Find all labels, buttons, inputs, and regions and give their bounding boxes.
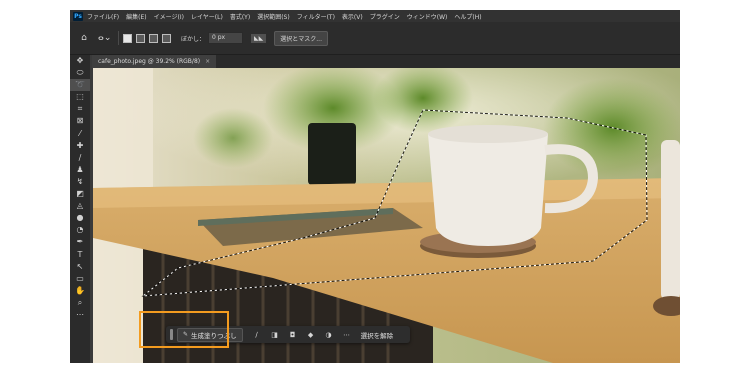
healing-brush-icon[interactable]: ✚ <box>70 140 90 152</box>
pen-tool-icon[interactable]: ✒ <box>70 236 90 248</box>
move-tool-icon[interactable]: ✥ <box>70 55 90 67</box>
lasso-tool-icon[interactable]: ➰ <box>70 79 90 92</box>
menu-window[interactable]: ウィンドウ(W) <box>407 12 448 21</box>
options-bar: ⌂ ⴰ⌄ ぼかし： 0 px ◣◣ 選択とマスク... <box>70 22 680 55</box>
menu-edit[interactable]: 編集(E) <box>126 12 146 21</box>
gradient-tool-icon[interactable]: ◬ <box>70 200 90 212</box>
crop-tool-icon[interactable]: ⌗ <box>70 103 90 115</box>
options-divider <box>118 31 119 45</box>
fill-icon[interactable]: ◆ <box>307 331 315 339</box>
hand-tool-icon[interactable]: ✋ <box>70 285 90 297</box>
marquee-tool-icon[interactable]: ⬭ <box>70 67 90 79</box>
menu-select[interactable]: 選択範囲(S) <box>257 12 290 21</box>
menu-plugins[interactable]: プラグイン <box>370 12 400 21</box>
menu-file[interactable]: ファイル(F) <box>87 12 119 21</box>
antialias-icon[interactable]: ◣◣ <box>251 33 267 43</box>
feather-label: ぼかし： <box>181 35 206 43</box>
modify-selection-icon[interactable]: ∕ <box>253 331 261 339</box>
dodge-tool-icon[interactable]: ◔ <box>70 224 90 236</box>
invert-selection-icon[interactable]: ◨ <box>271 331 279 339</box>
document-tab-row: cafe_photo.jpeg @ 39.2% (RGB/8) × <box>92 55 680 68</box>
mask-icon[interactable]: ◘ <box>289 331 297 339</box>
document-tab[interactable]: cafe_photo.jpeg @ 39.2% (RGB/8) × <box>92 55 217 68</box>
adjustment-icon[interactable]: ◑ <box>325 331 333 339</box>
history-brush-icon[interactable]: ↯ <box>70 176 90 188</box>
more-options-icon[interactable]: ⋯ <box>343 331 351 339</box>
menu-bar: Ps ファイル(F) 編集(E) イメージ(I) レイヤー(L) 書式(Y) 選… <box>70 10 680 22</box>
object-select-tool-icon[interactable]: ⬚ <box>70 91 90 103</box>
close-icon[interactable]: × <box>205 58 210 65</box>
rectangle-tool-icon[interactable]: ▭ <box>70 273 90 285</box>
photoshop-logo: Ps <box>73 11 83 21</box>
tools-panel: ✥ ⬭ ➰ ⬚ ⌗ ⊠ ⁄ ✚ ∕ ♟ ↯ ◩ ◬ ● ◔ ✒ T ↖ ▭ ✋ … <box>70 55 90 363</box>
menu-view[interactable]: 表示(V) <box>342 12 363 21</box>
menu-filter[interactable]: フィルター(T) <box>297 12 335 21</box>
highlight-box <box>139 311 229 348</box>
more-tools-icon[interactable]: ⋯ <box>70 309 90 321</box>
subtract-from-selection-button[interactable] <box>149 33 158 43</box>
add-to-selection-button[interactable] <box>136 33 145 43</box>
lasso-icon[interactable]: ⴰ⌄ <box>98 33 111 43</box>
type-tool-icon[interactable]: T <box>70 249 90 261</box>
menu-image[interactable]: イメージ(I) <box>154 12 184 21</box>
brush-tool-icon[interactable]: ∕ <box>70 152 90 164</box>
stamp-tool-icon[interactable]: ♟ <box>70 164 90 176</box>
intersect-selection-button[interactable] <box>162 33 171 43</box>
menu-help[interactable]: ヘルプ(H) <box>454 12 481 21</box>
select-and-mask-button[interactable]: 選択とマスク... <box>274 30 328 46</box>
path-select-icon[interactable]: ↖ <box>70 261 90 273</box>
eyedropper-tool-icon[interactable]: ⁄ <box>70 128 90 140</box>
feather-input[interactable]: 0 px <box>208 32 244 44</box>
new-selection-button[interactable] <box>123 33 132 43</box>
menu-layer[interactable]: レイヤー(L) <box>191 12 223 21</box>
deselect-button[interactable]: 選択を解除 <box>361 330 394 340</box>
eraser-tool-icon[interactable]: ◩ <box>70 188 90 200</box>
zoom-tool-icon[interactable]: ⌕ <box>70 297 90 309</box>
blur-tool-icon[interactable]: ● <box>70 212 90 224</box>
home-icon[interactable]: ⌂ <box>78 33 90 43</box>
document-tab-title: cafe_photo.jpeg @ 39.2% (RGB/8) <box>98 58 201 65</box>
menu-type[interactable]: 書式(Y) <box>230 12 250 21</box>
frame-tool-icon[interactable]: ⊠ <box>70 115 90 127</box>
